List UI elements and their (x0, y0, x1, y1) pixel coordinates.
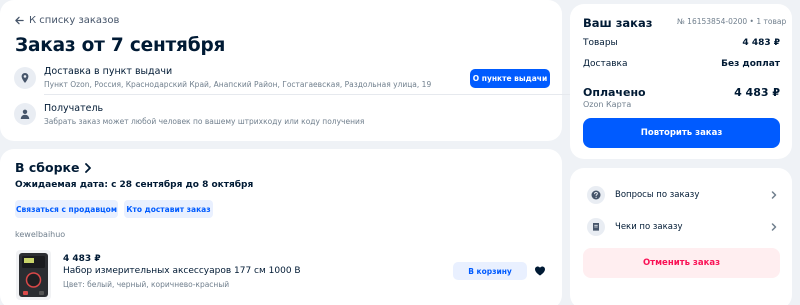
heart-icon (535, 266, 545, 276)
contact-seller-button[interactable]: Связаться с продавцом (15, 200, 118, 218)
summary-title: Ваш заказ (583, 16, 653, 30)
back-to-orders-link[interactable]: К списку заказов (15, 15, 119, 26)
paid-label: Оплачено (583, 86, 646, 99)
page-title: Заказ от 7 сентября (15, 35, 226, 56)
chevron-right-icon (84, 162, 91, 173)
add-to-cart-button[interactable]: В корзину (453, 262, 527, 280)
chevron-right-icon (771, 223, 777, 231)
chevron-right-icon (771, 191, 777, 199)
expected-date: Ожидаемая дата: с 28 сентября до 8 октяб… (15, 180, 254, 190)
receipt-icon (587, 218, 605, 236)
summary-delivery-value: Без доплат (721, 59, 780, 69)
question-icon (587, 186, 605, 204)
cancel-order-button[interactable]: Отменить заказ (583, 248, 780, 278)
favorite-button[interactable] (531, 262, 549, 280)
person-icon (14, 103, 36, 125)
recipient-title: Получатель (44, 103, 104, 114)
delivery-address: Пункт Ozon, Россия, Краснодарский Край, … (44, 80, 432, 89)
product-name[interactable]: Набор измерительных аксессуаров 177 см 1… (63, 266, 301, 276)
payment-method: Ozon Карта (583, 100, 632, 109)
seller-name[interactable]: kewelbaihuo (15, 230, 65, 239)
shipment-status-label: В сборке (15, 160, 80, 175)
delivery-title: Доставка в пункт выдачи (44, 66, 173, 77)
product-attributes: Цвет: белый, черный, коричнево-красный (63, 280, 230, 289)
pickup-point-button[interactable]: О пункте выдачи (470, 69, 550, 88)
who-delivers-button[interactable]: Кто доставит заказ (124, 200, 213, 218)
back-link-label: К списку заказов (29, 15, 120, 26)
summary-goods-label: Товары (583, 38, 618, 48)
summary-goods-value: 4 483 ₽ (742, 38, 780, 48)
shipment-status[interactable]: В сборке (15, 160, 92, 175)
order-questions-link[interactable]: Вопросы по заказу (583, 182, 780, 208)
product-price: 4 483 ₽ (63, 254, 101, 264)
order-receipts-label: Чеки по заказу (615, 222, 683, 232)
order-number: № 16153854-0200 • 1 товар (677, 17, 787, 26)
order-receipts-link[interactable]: Чеки по заказу (583, 214, 780, 240)
summary-delivery-label: Доставка (583, 59, 628, 69)
product-image[interactable] (16, 250, 51, 300)
order-questions-label: Вопросы по заказу (615, 190, 700, 200)
repeat-order-button[interactable]: Повторить заказ (583, 118, 780, 148)
location-pin-icon (14, 67, 36, 89)
paid-amount: 4 483 ₽ (734, 86, 780, 99)
recipient-note: Забрать заказ может любой человек по ваш… (44, 117, 365, 126)
arrow-left-icon (15, 16, 24, 25)
